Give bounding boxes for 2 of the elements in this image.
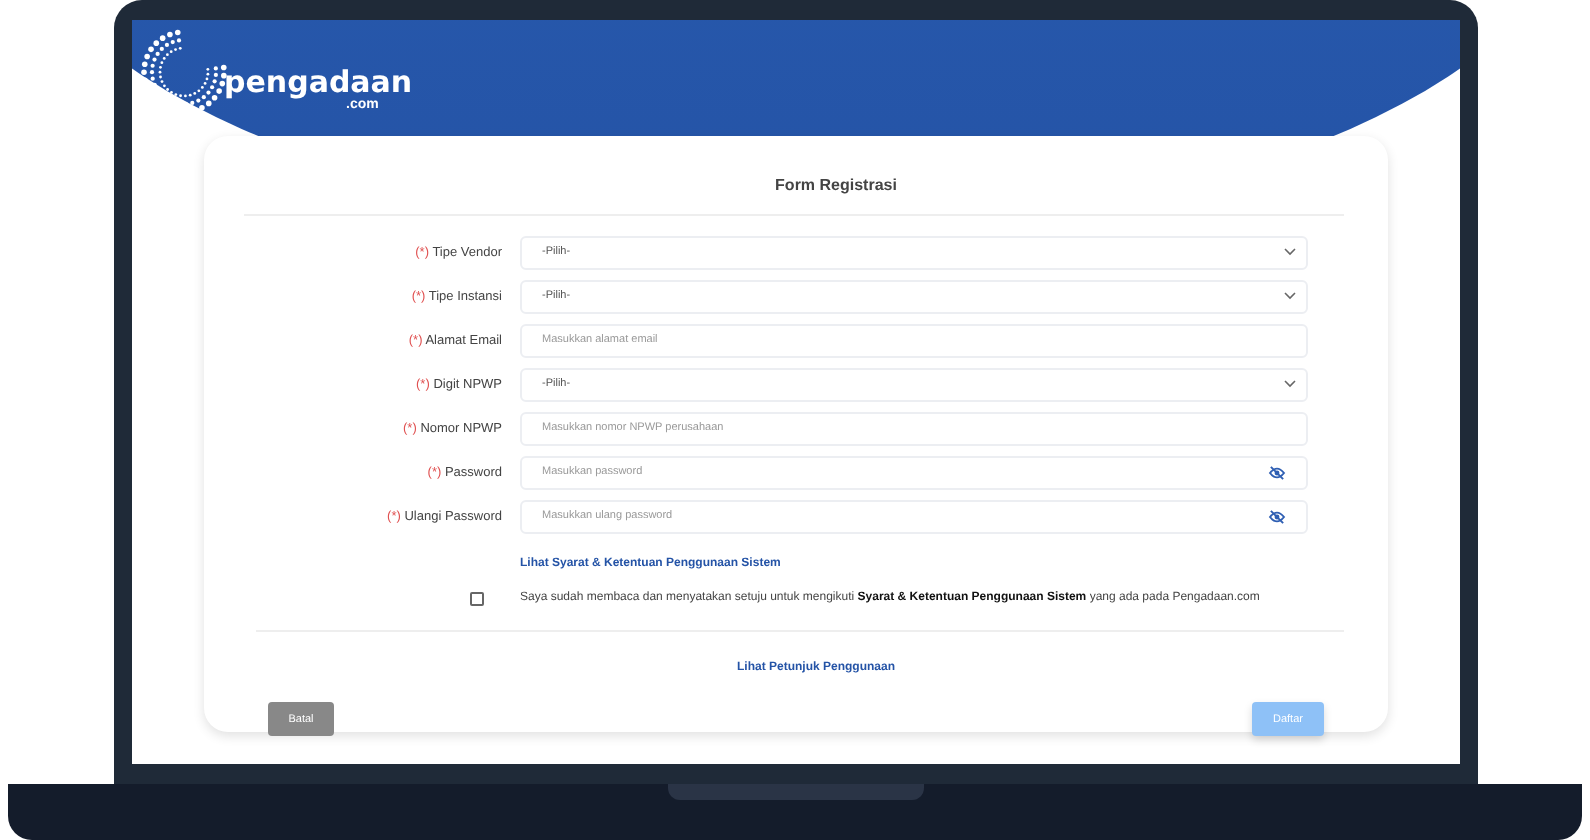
logo-text: pengadaan [224, 64, 413, 100]
form-title: Form Registrasi [773, 176, 899, 194]
